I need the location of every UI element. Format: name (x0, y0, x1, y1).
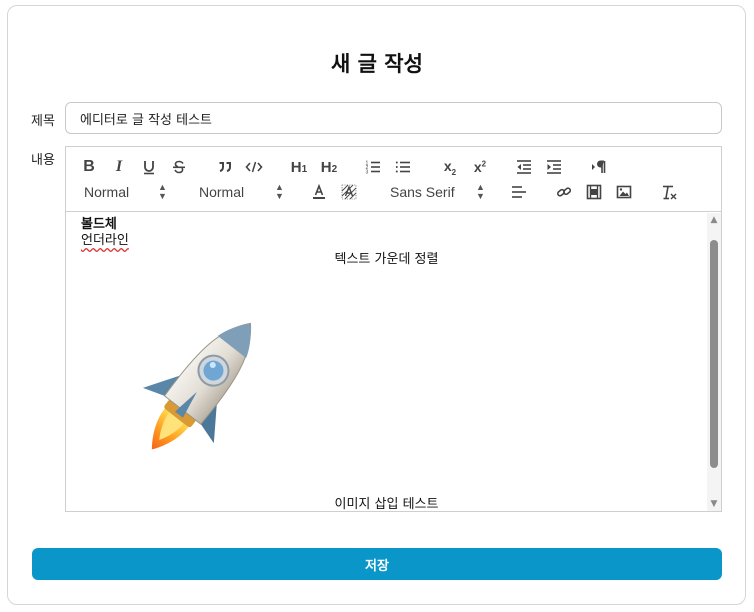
code-block-button[interactable] (244, 157, 264, 177)
size-picker[interactable]: Normal ▲ ▼ (199, 182, 284, 202)
header-2-button[interactable]: H2 (318, 157, 340, 177)
quote-icon (219, 162, 231, 172)
indent-button[interactable] (545, 157, 563, 177)
scroll-down-arrow-icon[interactable]: ▼ (709, 499, 719, 509)
underline-button[interactable] (140, 157, 158, 177)
clean-button[interactable] (660, 182, 678, 202)
underline-text-line: 언더라인 (81, 233, 129, 248)
link-icon (557, 187, 572, 197)
image-icon (616, 185, 632, 199)
italic-icon: I (115, 158, 123, 175)
text-color-button[interactable] (310, 182, 328, 202)
ordered-list-icon: 123 (366, 161, 380, 176)
editor-scrollbar[interactable]: ▲ ▼ (707, 213, 721, 511)
text-direction-button[interactable] (590, 157, 608, 177)
editor-content[interactable]: 볼드체 언더라인 텍스트 가운데 정렬 이미지 삽입 테스트 (66, 213, 707, 511)
underline-icon (144, 161, 154, 175)
scrollbar-thumb[interactable] (710, 240, 718, 468)
svg-text:3: 3 (366, 170, 369, 176)
background-color-icon (341, 184, 357, 200)
picker-arrows-icon: ▲ ▼ (476, 182, 485, 201)
title-label: 제목 (31, 114, 55, 129)
bullet-list-button[interactable] (394, 157, 412, 177)
center-text-line: 텍스트 가운데 정렬 (334, 252, 439, 267)
video-icon (586, 184, 602, 200)
header-1-button[interactable]: H1 (288, 157, 310, 177)
picker-arrows-icon: ▲ ▼ (158, 182, 167, 201)
subscript-button[interactable]: x2 (440, 157, 460, 177)
superscript-icon: x2 (473, 159, 487, 175)
header-picker[interactable]: Normal ▲ ▼ (84, 182, 168, 202)
video-button[interactable] (585, 182, 603, 202)
strike-button[interactable] (170, 157, 188, 177)
text-direction-icon (592, 160, 606, 173)
image-button[interactable] (615, 182, 633, 202)
text-color-icon (313, 184, 325, 199)
code-icon (245, 161, 263, 173)
background-color-button[interactable] (340, 182, 358, 202)
bullet-list-icon (395, 161, 410, 173)
outdent-button[interactable] (515, 157, 533, 177)
title-input[interactable] (65, 102, 722, 134)
blockquote-button[interactable] (216, 157, 234, 177)
font-picker[interactable]: Sans Serif ▲ ▼ (390, 182, 485, 202)
align-picker[interactable] (510, 182, 528, 202)
bold-button[interactable]: B (80, 157, 98, 177)
editor-toolbar: B I H1 H2 123 x2 x2 Normal ▲ ▼ Normal ▲ … (66, 147, 721, 212)
align-left-icon (512, 186, 526, 198)
scroll-up-arrow-icon[interactable]: ▲ (709, 215, 719, 225)
outdent-icon (517, 160, 531, 174)
link-button[interactable] (555, 182, 573, 202)
indent-icon (547, 160, 561, 174)
strikethrough-icon (173, 160, 185, 174)
image-caption-line: 이미지 삽입 테스트 (334, 497, 439, 511)
bold-icon: B (83, 158, 95, 175)
page-title: 새 글 작성 (331, 52, 423, 76)
ordered-list-button[interactable]: 123 (364, 157, 382, 177)
clear-format-icon (663, 185, 677, 200)
content-label: 내용 (31, 153, 55, 168)
rocket-image (142, 322, 252, 450)
rich-text-editor: B I H1 H2 123 x2 x2 Normal ▲ ▼ Normal ▲ … (65, 146, 722, 512)
italic-button[interactable]: I (110, 157, 128, 177)
superscript-button[interactable]: x2 (470, 157, 490, 177)
picker-arrows-icon: ▲ ▼ (275, 182, 284, 201)
subscript-icon: x2 (443, 157, 457, 177)
save-button[interactable]: 저장 (32, 548, 722, 580)
h2-icon: H2 (320, 158, 338, 176)
h1-icon: H1 (290, 158, 308, 176)
